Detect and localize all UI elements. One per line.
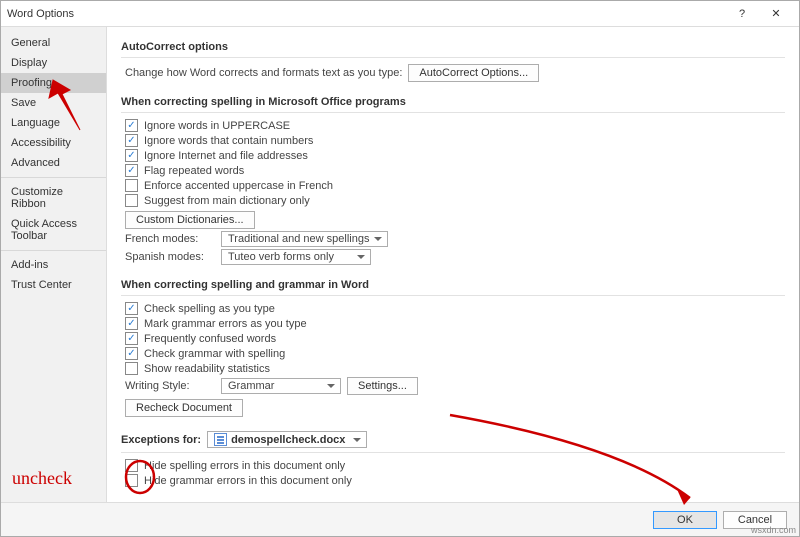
lbl-ignore-uppercase: Ignore words in UPPERCASE	[144, 120, 290, 132]
lbl-readability: Show readability statistics	[144, 363, 270, 375]
settings-button[interactable]: Settings...	[347, 377, 418, 395]
close-icon[interactable]: ✕	[759, 3, 793, 25]
window-title: Word Options	[7, 8, 725, 20]
lbl-flag-repeated: Flag repeated words	[144, 165, 244, 177]
sidebar-item-customize-ribbon[interactable]: Customize Ribbon	[1, 182, 106, 214]
french-modes-label: French modes:	[125, 233, 215, 245]
group-exceptions: Exceptions for: demospellcheck.docx	[121, 425, 785, 453]
sidebar-item-language[interactable]: Language	[1, 113, 106, 133]
cb-ignore-internet[interactable]	[125, 149, 138, 162]
ok-button[interactable]: OK	[653, 511, 717, 529]
writing-style-label: Writing Style:	[125, 380, 215, 392]
watermark: wsxdn.com	[751, 525, 796, 535]
lbl-main-dict: Suggest from main dictionary only	[144, 195, 310, 207]
group-office-spelling: When correcting spelling in Microsoft Of…	[121, 90, 785, 113]
cb-mark-grammar-type[interactable]	[125, 317, 138, 330]
writing-style-dropdown[interactable]: Grammar	[221, 378, 341, 394]
sidebar-item-advanced[interactable]: Advanced	[1, 153, 106, 173]
sidebar-item-general[interactable]: General	[1, 33, 106, 53]
lbl-ignore-numbers: Ignore words that contain numbers	[144, 135, 313, 147]
titlebar: Word Options ? ✕	[1, 1, 799, 27]
cb-hide-spelling-errors[interactable]	[125, 459, 138, 472]
cb-hide-grammar-errors[interactable]	[125, 474, 138, 487]
main-panel: AutoCorrect options Change how Word corr…	[107, 27, 799, 502]
lbl-grammar-with-spelling: Check grammar with spelling	[144, 348, 285, 360]
cb-grammar-with-spelling[interactable]	[125, 347, 138, 360]
recheck-document-button[interactable]: Recheck Document	[125, 399, 243, 417]
sidebar: General Display Proofing Save Language A…	[1, 27, 107, 502]
lbl-hide-spelling-errors: Hide spelling errors in this document on…	[144, 460, 345, 472]
french-modes-dropdown[interactable]: Traditional and new spellings	[221, 231, 388, 247]
cb-main-dict[interactable]	[125, 194, 138, 207]
sidebar-item-quick-access[interactable]: Quick Access Toolbar	[1, 214, 106, 246]
sidebar-item-proofing[interactable]: Proofing	[1, 73, 106, 93]
cb-flag-repeated[interactable]	[125, 164, 138, 177]
sidebar-item-display[interactable]: Display	[1, 53, 106, 73]
cb-check-spelling-type[interactable]	[125, 302, 138, 315]
lbl-french-accent: Enforce accented uppercase in French	[144, 180, 333, 192]
cb-ignore-numbers[interactable]	[125, 134, 138, 147]
group-word-spelling: When correcting spelling and grammar in …	[121, 273, 785, 296]
autocorrect-desc: Change how Word corrects and formats tex…	[125, 67, 402, 79]
help-icon[interactable]: ?	[725, 3, 759, 25]
custom-dictionaries-button[interactable]: Custom Dictionaries...	[125, 211, 255, 229]
lbl-mark-grammar-type: Mark grammar errors as you type	[144, 318, 307, 330]
sidebar-item-save[interactable]: Save	[1, 93, 106, 113]
exceptions-doc-dropdown[interactable]: demospellcheck.docx	[207, 431, 367, 448]
sidebar-item-trust-center[interactable]: Trust Center	[1, 275, 106, 295]
exceptions-label: Exceptions for:	[121, 434, 201, 446]
exceptions-doc-name: demospellcheck.docx	[231, 434, 345, 446]
autocorrect-options-button[interactable]: AutoCorrect Options...	[408, 64, 539, 82]
lbl-ignore-internet: Ignore Internet and file addresses	[144, 150, 308, 162]
lbl-confused-words: Frequently confused words	[144, 333, 276, 345]
cb-ignore-uppercase[interactable]	[125, 119, 138, 132]
cb-readability[interactable]	[125, 362, 138, 375]
lbl-check-spelling-type: Check spelling as you type	[144, 303, 275, 315]
spanish-modes-dropdown[interactable]: Tuteo verb forms only	[221, 249, 371, 265]
cb-french-accent[interactable]	[125, 179, 138, 192]
group-autocorrect: AutoCorrect options	[121, 35, 785, 58]
document-icon	[214, 433, 227, 446]
sidebar-item-addins[interactable]: Add-ins	[1, 255, 106, 275]
dialog-footer: OK Cancel	[1, 502, 799, 536]
cb-confused-words[interactable]	[125, 332, 138, 345]
spanish-modes-label: Spanish modes:	[125, 251, 215, 263]
lbl-hide-grammar-errors: Hide grammar errors in this document onl…	[144, 475, 352, 487]
sidebar-item-accessibility[interactable]: Accessibility	[1, 133, 106, 153]
